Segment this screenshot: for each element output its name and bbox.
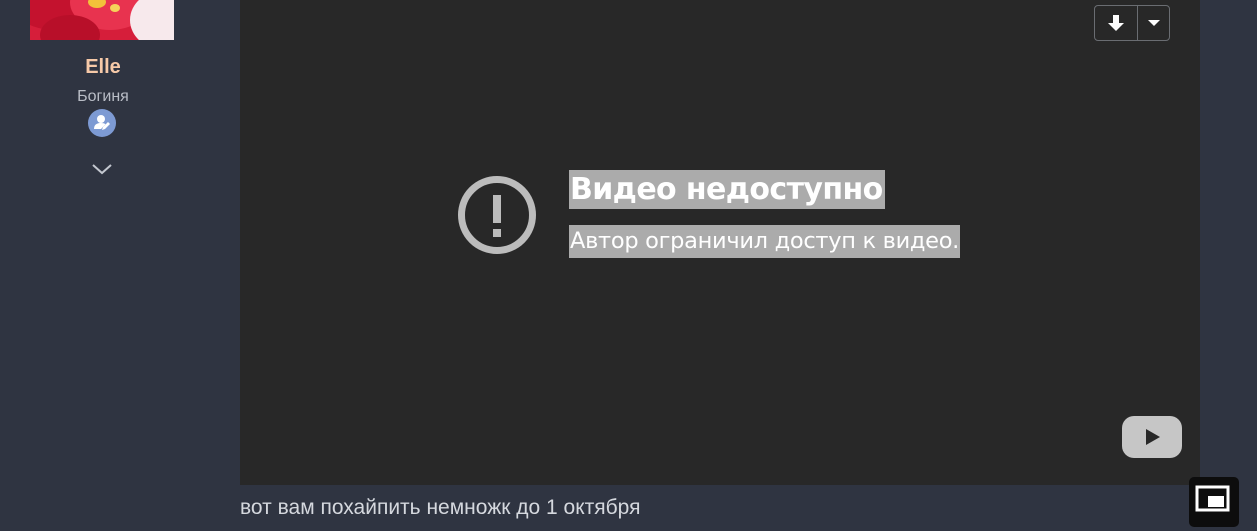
download-arrow-icon [1108,15,1124,31]
download-options-dropdown[interactable] [1138,6,1169,40]
download-button[interactable] [1095,6,1138,40]
download-button-group [1094,5,1170,41]
video-error-title: Видео недоступно [569,170,885,209]
chevron-down-icon[interactable] [91,161,113,175]
youtube-play-icon[interactable] [1122,416,1182,458]
avatar[interactable] [30,0,174,40]
exclamation-circle-icon [457,175,537,255]
username[interactable]: Elle [0,56,206,79]
user-title: Богиня [77,88,129,105]
user-pen-icon[interactable] [88,109,116,137]
caret-down-icon [1147,20,1160,26]
post-text: вот вам похайпить немножк до 1 октября [240,496,641,519]
user-sidebar: Elle Богиня [0,0,206,520]
video-error-message: Автор ограничил доступ к видео. [569,225,961,258]
